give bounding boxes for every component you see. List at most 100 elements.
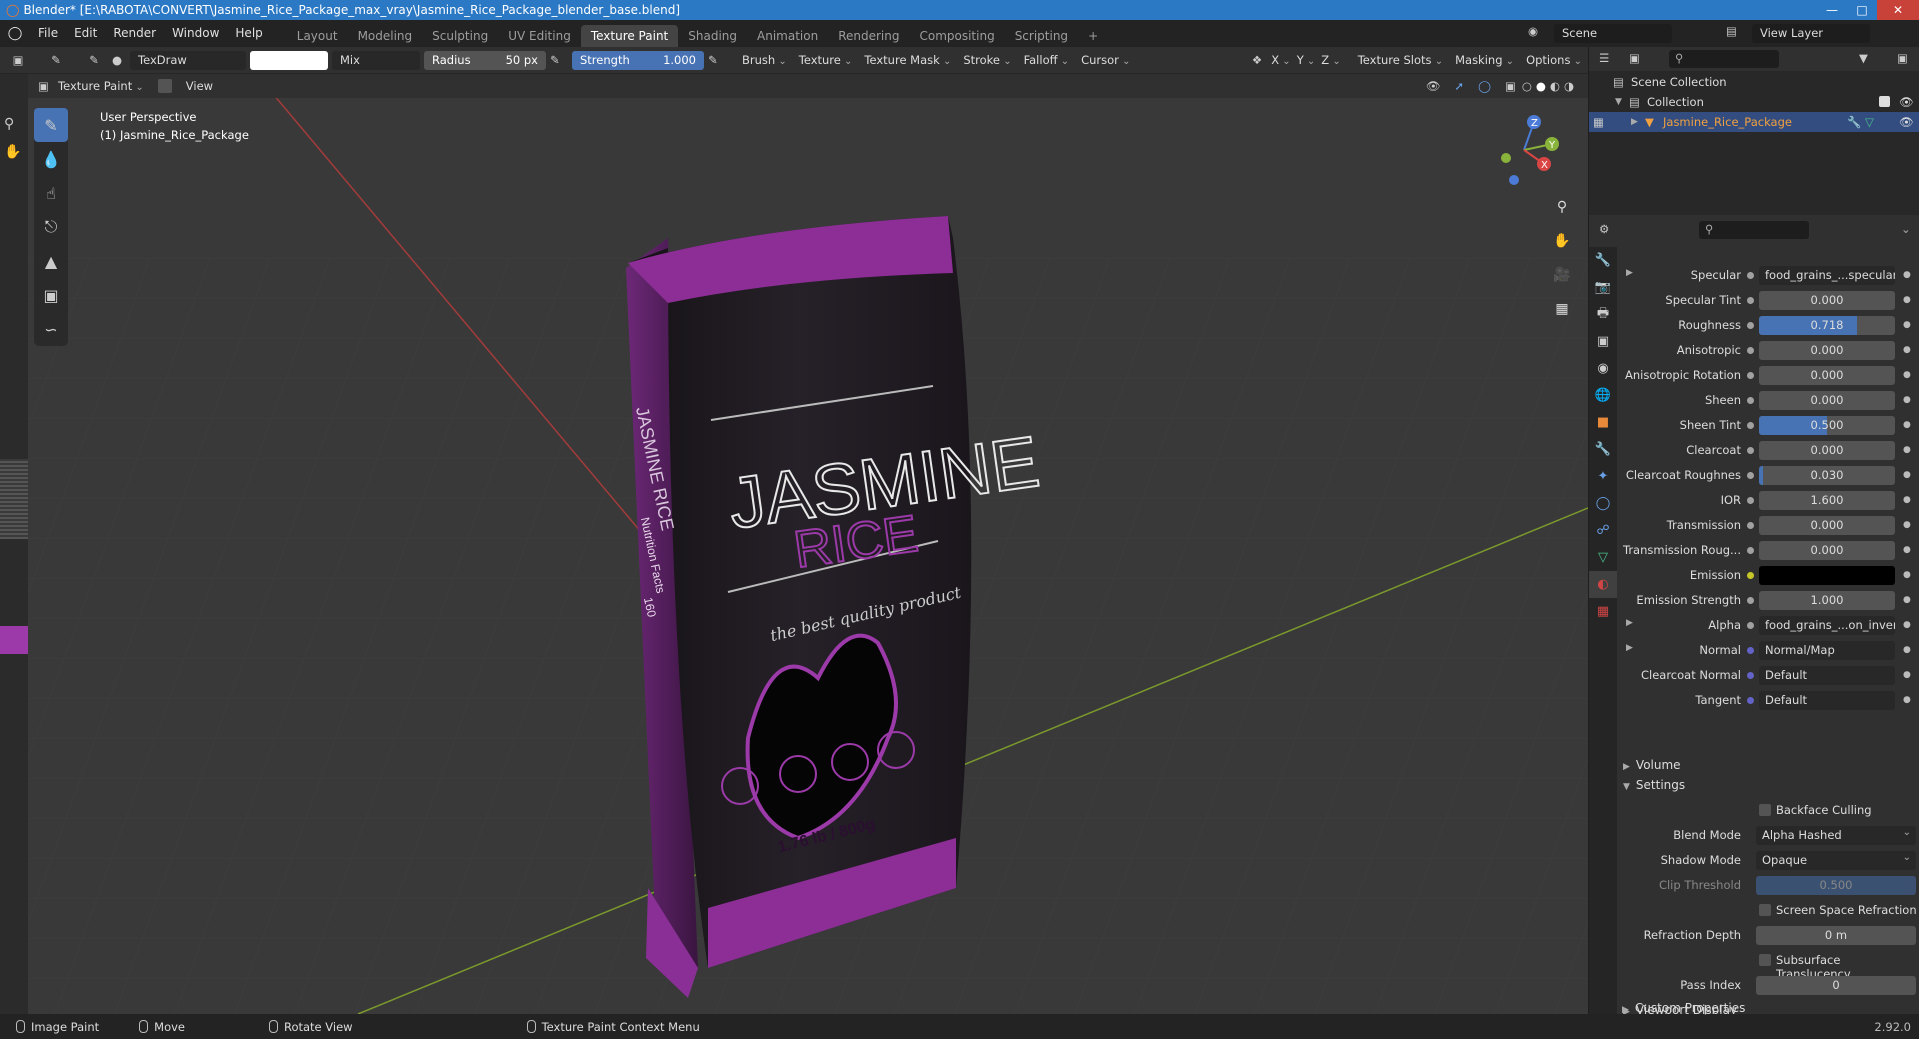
blend-mode-select[interactable]: Mix <box>332 50 420 70</box>
material-shading-icon[interactable]: ◐ <box>1550 79 1560 93</box>
visibility-eye-icon[interactable]: 👁 <box>1899 112 1914 132</box>
zoom-view-icon[interactable]: ⚲ <box>1549 194 1575 220</box>
axis-z[interactable]: Z <box>1318 53 1343 67</box>
display-mode-icon[interactable]: ▣ <box>1629 51 1640 65</box>
keyframe-dot-icon[interactable]: ● <box>1903 695 1911 705</box>
property-link-field[interactable]: Normal/Map <box>1759 641 1895 660</box>
view-layer-icon[interactable]: ▤ <box>1726 24 1737 38</box>
scene-icon[interactable]: ◉ <box>1528 24 1538 38</box>
property-slider[interactable]: 0.718 <box>1759 316 1895 335</box>
axis-y[interactable]: Y <box>1294 53 1319 67</box>
keyframe-dot-icon[interactable]: ● <box>1903 395 1911 405</box>
menu-window[interactable]: Window <box>164 20 227 47</box>
radius-pressure-icon[interactable]: ✎ <box>550 53 568 67</box>
editor-type-icon[interactable]: ▣ <box>0 53 36 67</box>
pan-view-icon[interactable]: ✋ <box>1549 228 1575 254</box>
minimize-button[interactable]: — <box>1817 0 1847 20</box>
expand-arrow-icon[interactable]: ▼ <box>1615 92 1622 112</box>
texture-tab-icon[interactable]: ▦ <box>1589 598 1617 625</box>
view-layer-selector[interactable]: View Layer <box>1752 24 1870 43</box>
menu-help[interactable]: Help <box>227 20 270 47</box>
keyframe-dot-icon[interactable]: ● <box>1903 345 1911 355</box>
mask-toggle[interactable] <box>157 79 172 93</box>
fill-tool[interactable]: ▲ <box>34 244 68 278</box>
exclude-checkbox[interactable] <box>1879 96 1890 107</box>
xray-icon[interactable]: ▣ <box>1505 79 1516 93</box>
ortho-toggle-icon[interactable]: ▦ <box>1549 296 1575 322</box>
outliner-row-collection[interactable]: ▼ ▤ Collection 👁 <box>1589 92 1919 112</box>
socket-dot-icon[interactable] <box>1747 522 1754 529</box>
properties-editor-icon[interactable]: ⚙ <box>1599 222 1609 236</box>
keyframe-dot-icon[interactable]: ● <box>1903 620 1911 630</box>
tab-compositing[interactable]: Compositing <box>909 25 1004 47</box>
emission-color-swatch[interactable] <box>1759 566 1895 585</box>
tool-tab-icon[interactable]: 🔧 <box>1589 247 1617 274</box>
strength-pressure-icon[interactable]: ✎ <box>708 53 726 67</box>
keyframe-dot-icon[interactable]: ● <box>1903 595 1911 605</box>
blend-mode-select[interactable]: Alpha Hashed <box>1756 823 1916 845</box>
tab-uv-editing[interactable]: UV Editing <box>498 25 581 47</box>
new-collection-icon[interactable]: ▣ <box>1897 51 1908 65</box>
keyframe-dot-icon[interactable]: ● <box>1903 645 1911 655</box>
socket-dot-icon[interactable] <box>1747 472 1754 479</box>
menu-file[interactable]: File <box>30 20 66 47</box>
radius-slider[interactable]: Radius 50 px <box>424 50 546 70</box>
keyframe-dot-icon[interactable]: ● <box>1903 445 1911 455</box>
texture-dropdown[interactable]: Texture <box>793 53 859 67</box>
pan-hand-icon[interactable]: ✋ <box>4 144 21 160</box>
tab-scripting[interactable]: Scripting <box>1005 25 1078 47</box>
brush-dropdown[interactable]: Brush <box>736 53 793 67</box>
object-tab-icon[interactable]: ■ <box>1589 409 1617 436</box>
modifiers-tab-icon[interactable]: 🔧 <box>1589 436 1617 463</box>
clip-threshold-slider[interactable]: 0.500 <box>1756 876 1916 895</box>
close-button[interactable]: ✕ <box>1877 0 1919 20</box>
socket-dot-icon[interactable] <box>1747 272 1754 279</box>
filter-icon[interactable]: ▼ <box>1859 51 1868 65</box>
property-slider[interactable]: 1.000 <box>1759 591 1895 610</box>
axis-x[interactable]: X <box>1268 53 1293 67</box>
socket-dot-icon[interactable] <box>1747 447 1754 454</box>
property-slider[interactable]: 0.000 <box>1759 516 1895 535</box>
mode-select[interactable]: Texture Paint <box>52 79 150 93</box>
property-slider[interactable]: 0.030 <box>1759 466 1895 485</box>
options-dropdown[interactable]: Options <box>1520 53 1588 67</box>
socket-dot-icon[interactable] <box>1747 422 1754 429</box>
property-link-field[interactable]: food_grains_...on_invert.pn <box>1759 616 1895 635</box>
constraints-tab-icon[interactable]: ☍ <box>1589 517 1617 544</box>
keyframe-dot-icon[interactable]: ● <box>1903 295 1911 305</box>
expand-arrow-icon[interactable]: ▶ <box>1626 268 1633 278</box>
world-tab-icon[interactable]: 🌐 <box>1589 382 1617 409</box>
maximize-button[interactable]: □ <box>1847 0 1877 20</box>
expand-arrow-icon[interactable]: ▶ <box>1626 643 1633 653</box>
socket-dot-icon[interactable] <box>1747 397 1754 404</box>
zoom-icon[interactable]: ⚲ <box>4 116 14 132</box>
property-slider[interactable]: 0.000 <box>1759 366 1895 385</box>
rendered-shading-icon[interactable]: ◑ <box>1564 79 1574 93</box>
texture-mask-dropdown[interactable]: Texture Mask <box>858 53 957 67</box>
overlay-toggle-icon[interactable]: ◯ <box>1478 79 1491 93</box>
keyframe-dot-icon[interactable]: ● <box>1903 420 1911 430</box>
tab-animation[interactable]: Animation <box>747 25 828 47</box>
gizmo-neg-z[interactable] <box>1509 175 1519 185</box>
property-slider[interactable]: 0.000 <box>1759 541 1895 560</box>
keyframe-dot-icon[interactable]: ● <box>1903 495 1911 505</box>
keyframe-dot-icon[interactable]: ● <box>1903 545 1911 555</box>
gizmo-toggle-icon[interactable]: ➚ <box>1454 79 1464 93</box>
properties-editor[interactable]: ⚙ ⚲ ⌄ 🔧 📷 🖶 ▣ ◉ 🌐 ■ 🔧 ✦ ◯ ☍ ▽ ◐ ▦ ▶ Specu… <box>1589 217 1919 1029</box>
socket-dot-icon[interactable] <box>1747 647 1754 654</box>
property-link-field[interactable]: Default <box>1759 666 1895 685</box>
custom-properties-section[interactable]: ▶ Custom Properties <box>1622 998 1919 1018</box>
masking-dropdown[interactable]: Masking <box>1449 53 1520 67</box>
brush-name-field[interactable]: TexDraw <box>130 50 246 70</box>
soften-tool[interactable]: 💧 <box>34 142 68 176</box>
annotate-tool[interactable]: ∽ <box>34 312 68 346</box>
socket-dot-icon[interactable] <box>1747 597 1754 604</box>
socket-dot-icon[interactable] <box>1747 347 1754 354</box>
render-tab-icon[interactable]: 📷 <box>1589 274 1617 301</box>
socket-dot-icon[interactable] <box>1747 372 1754 379</box>
tab-shading[interactable]: Shading <box>678 25 747 47</box>
visibility-eye-icon[interactable]: 👁 <box>1426 79 1441 93</box>
properties-search-input[interactable]: ⚲ <box>1699 221 1809 239</box>
material-tab-icon[interactable]: ◐ <box>1589 571 1617 598</box>
menu-edit[interactable]: Edit <box>66 20 105 47</box>
